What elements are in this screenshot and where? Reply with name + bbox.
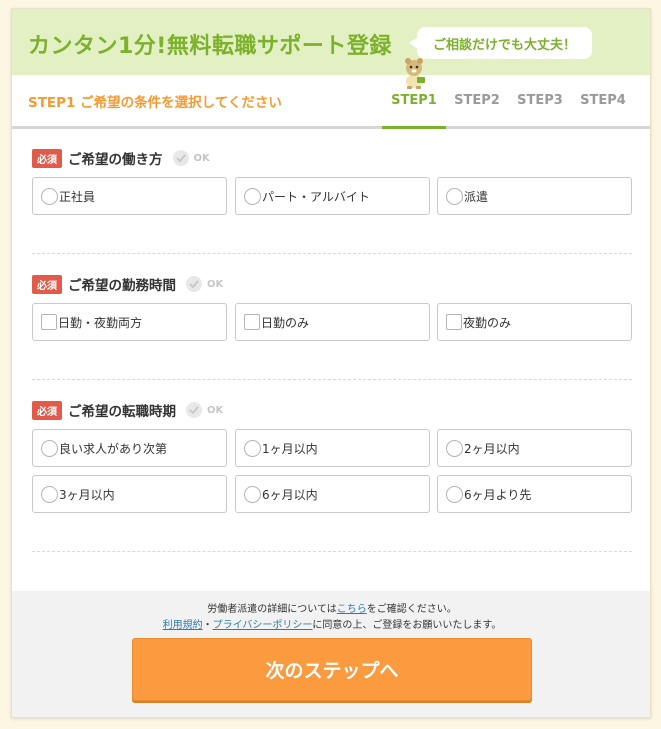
next-step-button[interactable]: 次のステップへ: [132, 638, 532, 701]
option-label: 正社員: [59, 189, 96, 204]
radio-button[interactable]: [446, 485, 463, 503]
consent-note: 利用規約・プライバシーポリシーに同意の上、ご登録をお願いいたします。: [12, 616, 650, 631]
option-day-only[interactable]: 日勤のみ: [235, 303, 430, 341]
radio-button[interactable]: [446, 187, 463, 205]
option-label: 日勤のみ: [261, 315, 310, 330]
checkbox[interactable]: [41, 314, 57, 330]
checkbox[interactable]: [446, 314, 462, 330]
separator-text: ・: [202, 620, 213, 631]
checkbox[interactable]: [244, 314, 260, 330]
check-icon: [186, 276, 202, 292]
option-night-only[interactable]: 夜勤のみ: [437, 303, 632, 341]
registration-card: カンタン1分!無料転職サポート登録 ご相談だけでも大丈夫！ STEP1 ご希望の…: [11, 8, 651, 718]
question-header: 必須 ご希望の勤務時間 OK: [32, 274, 223, 294]
option-label: 3ヶ月以内: [59, 487, 115, 502]
radio-button[interactable]: [446, 439, 463, 457]
radio-button[interactable]: [244, 485, 261, 503]
option-label: 1ヶ月以内: [262, 441, 318, 456]
option-label: 6ヶ月以内: [262, 487, 318, 502]
option-label: 派遣: [464, 189, 489, 204]
question-work-hours: 必須 ご希望の勤務時間 OK 日勤・夜勤両方 日勤のみ 夜勤のみ: [32, 274, 632, 344]
radio-button[interactable]: [41, 485, 58, 503]
check-icon: [172, 150, 189, 166]
step-navigation: STEP1 ご希望の条件を選択してください STEP1 STEP2 STEP3 …: [12, 75, 650, 129]
form-footer: 労働者派遣の詳細についてはこちらをご確認ください。 利用規約・プライバシーポリシ…: [12, 591, 650, 717]
option-within-3-months[interactable]: 3ヶ月以内: [32, 475, 227, 513]
option-label: パート・アルバイト: [262, 189, 370, 204]
tab-step2[interactable]: STEP2: [445, 75, 509, 126]
radio-button[interactable]: [41, 439, 58, 457]
question-header: 必須 ご希望の転職時期 OK: [32, 400, 223, 420]
option-part-arbeit[interactable]: パート・アルバイト: [235, 177, 430, 215]
option-haken[interactable]: 派遣: [437, 177, 632, 215]
option-label: 日勤・夜勤両方: [58, 315, 143, 330]
dispatch-note: 労働者派遣の詳細についてはこちらをご確認ください。: [12, 600, 650, 615]
option-day-and-night[interactable]: 日勤・夜勤両方: [32, 303, 227, 341]
terms-link[interactable]: 利用規約: [163, 620, 203, 631]
privacy-policy-link[interactable]: プライバシーポリシー: [213, 620, 313, 631]
question-title: ご希望の働き方: [68, 152, 163, 168]
required-badge: 必須: [32, 148, 62, 168]
question-title: ご希望の勤務時間: [68, 278, 176, 294]
question-title: ご希望の転職時期: [68, 404, 176, 420]
tab-step1[interactable]: STEP1: [382, 75, 446, 129]
option-within-2-months[interactable]: 2ヶ月以内: [437, 429, 632, 467]
option-label: 夜勤のみ: [463, 315, 512, 330]
tab-step3[interactable]: STEP3: [508, 75, 572, 126]
option-label: 良い求人があり次第: [59, 441, 168, 456]
radio-button[interactable]: [244, 187, 261, 205]
question-work-style: 必須 ご希望の働き方 OK 正社員 パート・アルバイト 派遣: [32, 148, 632, 218]
section-divider: [32, 551, 632, 552]
ok-status: OK: [193, 152, 210, 164]
required-badge: 必須: [32, 400, 62, 420]
ok-status: OK: [207, 404, 224, 416]
details-link[interactable]: こちら: [337, 604, 367, 615]
question-header: 必須 ご希望の働き方 OK: [32, 148, 210, 168]
radio-button[interactable]: [41, 187, 58, 205]
option-label: 2ヶ月以内: [464, 441, 520, 456]
section-divider: [32, 379, 632, 380]
note-text: をご確認ください。: [366, 604, 457, 615]
radio-button[interactable]: [244, 439, 261, 457]
header-banner: カンタン1分!無料転職サポート登録 ご相談だけでも大丈夫！: [12, 9, 650, 89]
section-divider: [32, 253, 632, 254]
ok-status: OK: [207, 278, 224, 290]
option-after-6-months[interactable]: 6ヶ月より先: [437, 475, 632, 513]
note-text: 労働者派遣の詳細については: [207, 604, 337, 615]
speech-bubble: ご相談だけでも大丈夫！: [409, 27, 592, 59]
option-within-6-months[interactable]: 6ヶ月以内: [235, 475, 430, 513]
option-seishain[interactable]: 正社員: [32, 177, 227, 215]
page-title: カンタン1分!無料転職サポート登録: [28, 34, 392, 59]
required-badge: 必須: [32, 274, 62, 294]
option-within-1-month[interactable]: 1ヶ月以内: [235, 429, 430, 467]
option-label: 6ヶ月より先: [464, 487, 532, 502]
tab-step4[interactable]: STEP4: [571, 75, 635, 126]
option-asap[interactable]: 良い求人があり次第: [32, 429, 227, 467]
step-instruction: STEP1 ご希望の条件を選択してください: [28, 95, 282, 111]
check-icon: [186, 402, 202, 418]
consent-text: に同意の上、ご登録をお願いいたします。: [312, 620, 502, 631]
question-transfer-timing: 必須 ご希望の転職時期 OK 良い求人があり次第 1ヶ月以内 2ヶ月以内 3ヶ月…: [32, 400, 632, 525]
